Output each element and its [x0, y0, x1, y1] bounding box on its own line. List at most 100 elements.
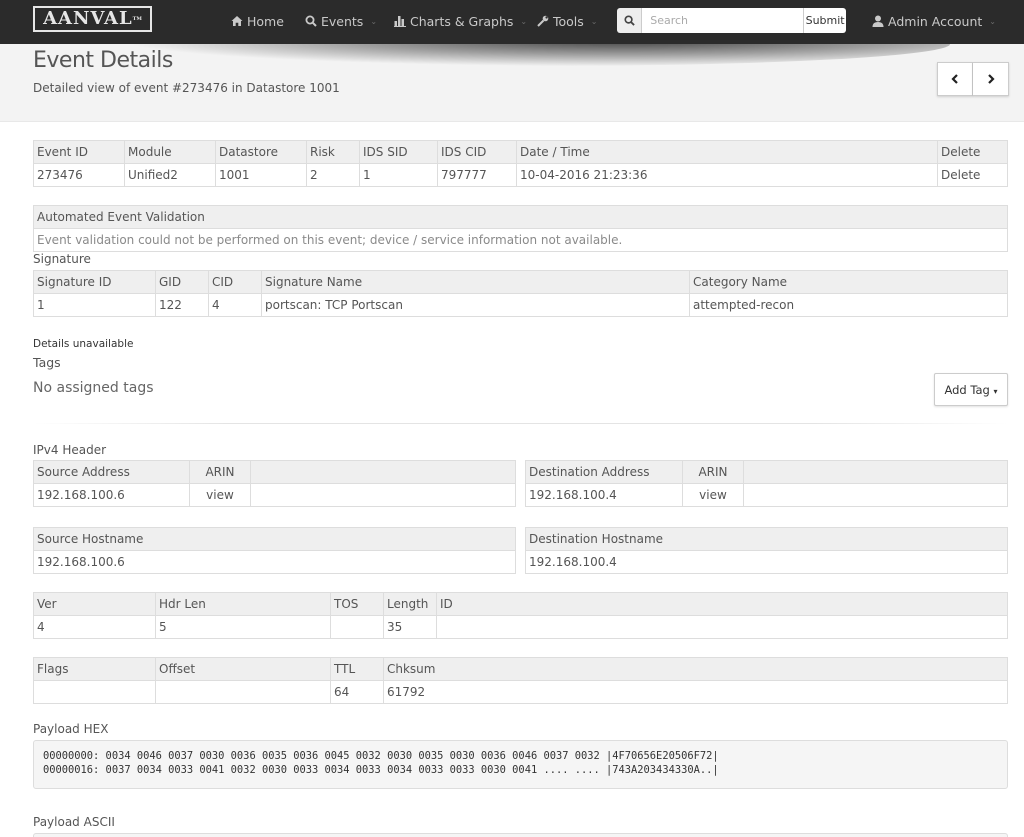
ids-cid-value: 797777	[437, 163, 517, 187]
nav-tools[interactable]: Tools ⌄	[537, 12, 598, 30]
col-flags: Flags	[33, 657, 156, 681]
bar-chart-icon	[394, 16, 406, 27]
payload-hex-line: 00000000: 0034 0046 0037 0030 0036 0035 …	[43, 750, 719, 762]
length-value: 35	[383, 615, 437, 639]
col-chksum: Chksum	[383, 657, 1008, 681]
payload-hex-line: 00000016: 0037 0034 0033 0041 0032 0030 …	[43, 764, 719, 776]
id-value	[436, 615, 1008, 639]
col-cid: CID	[208, 270, 262, 294]
caret-down-icon: ▾	[993, 386, 998, 396]
col-source-empty	[250, 460, 516, 484]
event-summary-table: Event ID Module Datastore Risk IDS SID I…	[33, 140, 1008, 187]
col-ids-cid: IDS CID	[437, 140, 517, 164]
ver-value: 4	[33, 615, 156, 639]
source-arin-view-link[interactable]: view	[189, 483, 251, 507]
module-value: Unified2	[124, 163, 216, 187]
nav-events-label: Events	[321, 13, 364, 29]
section-divider	[33, 423, 1008, 424]
payload-hex-block: 00000000: 0034 0046 0037 0030 0036 0035 …	[33, 740, 1008, 789]
table-row: 4 5 35	[33, 615, 1008, 639]
col-destination-address: Destination Address	[525, 460, 683, 484]
nav-events[interactable]: Events ⌄	[305, 12, 377, 30]
previous-event-button[interactable]	[937, 62, 973, 96]
tos-value	[330, 615, 384, 639]
payload-ascii-block	[33, 833, 1008, 837]
col-module: Module	[124, 140, 216, 164]
event-pager	[937, 62, 1009, 96]
search-icon	[305, 15, 317, 27]
source-hostname-value: 192.168.100.6	[33, 550, 516, 574]
col-date-time: Date / Time	[516, 140, 938, 164]
col-gid: GID	[155, 270, 209, 294]
payload-hex-title: Payload HEX	[33, 722, 109, 736]
table-header-row: Event ID Module Datastore Risk IDS SID I…	[33, 140, 1008, 164]
delete-event-link[interactable]: Delete	[937, 163, 1008, 187]
nav-home[interactable]: Home	[231, 12, 284, 30]
col-event-id: Event ID	[33, 140, 125, 164]
chevron-down-icon: ⌄	[370, 16, 378, 26]
logo-trademark: TM	[132, 16, 142, 22]
validation-message: Event validation could not be performed …	[33, 228, 1008, 252]
signature-id-value: 1	[33, 293, 156, 317]
add-tag-button[interactable]: Add Tag ▾	[934, 373, 1008, 406]
source-address-table: Source Address ARIN 192.168.100.6 view	[33, 460, 516, 507]
table-row: 192.168.100.6 view	[33, 483, 516, 507]
table-header-row: Signature ID GID CID Signature Name Cate…	[33, 270, 1008, 294]
col-tos: TOS	[330, 592, 384, 616]
search-submit-button[interactable]: Submit	[803, 8, 846, 33]
col-source-hostname: Source Hostname	[33, 527, 516, 551]
datastore-value: 1001	[215, 163, 307, 187]
chevron-down-icon: ⌄	[590, 16, 598, 26]
col-ids-sid: IDS SID	[359, 140, 438, 164]
event-validation-table: Automated Event Validation Event validat…	[33, 205, 1008, 252]
ids-sid-value: 1	[359, 163, 438, 187]
chksum-value: 61792	[383, 680, 1008, 704]
col-delete: Delete	[937, 140, 1008, 164]
home-icon	[231, 16, 243, 26]
search-addon	[617, 8, 643, 33]
col-ttl: TTL	[330, 657, 384, 681]
destination-address-table: Destination Address ARIN 192.168.100.4 v…	[525, 460, 1008, 507]
destination-empty-cell	[743, 483, 1008, 507]
col-signature-id: Signature ID	[33, 270, 156, 294]
col-source-address: Source Address	[33, 460, 190, 484]
table-row: 64 61792	[33, 680, 1008, 704]
flags-value	[33, 680, 156, 704]
signature-section-title: Signature	[33, 252, 91, 266]
nav-charts-graphs[interactable]: Charts & Graphs ⌄	[394, 12, 527, 30]
top-navbar: AANVALTM Home Events ⌄ Charts & Graphs ⌄…	[0, 0, 1024, 44]
col-ver: Ver	[33, 592, 156, 616]
page-header: Event Details Detailed view of event #27…	[0, 44, 1024, 122]
ipv4-header-title: IPv4 Header	[33, 443, 107, 457]
col-datastore: Datastore	[215, 140, 307, 164]
source-empty-cell	[250, 483, 516, 507]
next-event-button[interactable]	[973, 62, 1009, 96]
destination-address-value: 192.168.100.4	[525, 483, 683, 507]
aanval-logo[interactable]: AANVALTM	[33, 6, 152, 32]
col-destination-hostname: Destination Hostname	[525, 527, 1008, 551]
cid-value: 4	[208, 293, 262, 317]
no-assigned-tags-text: No assigned tags	[33, 380, 154, 396]
nav-admin-account[interactable]: Admin Account ⌄	[872, 12, 996, 30]
signature-name-value: portscan: TCP Portscan	[261, 293, 690, 317]
add-tag-label: Add Tag	[944, 382, 990, 397]
col-length: Length	[383, 592, 437, 616]
ipv4-fields-table-1: Ver Hdr Len TOS Length ID 4 5 35	[33, 592, 1008, 639]
page-subtitle: Detailed view of event #273476 in Datast…	[33, 81, 340, 95]
gid-value: 122	[155, 293, 209, 317]
event-id-value: 273476	[33, 163, 125, 187]
nav-home-label: Home	[247, 13, 284, 29]
date-time-value: 10-04-2016 21:23:36	[516, 163, 938, 187]
category-name-value: attempted-recon	[689, 293, 1008, 317]
details-unavailable-text: Details unavailable	[33, 338, 134, 350]
col-hdr-len: Hdr Len	[155, 592, 331, 616]
destination-arin-view-link[interactable]: view	[682, 483, 744, 507]
source-address-value: 192.168.100.6	[33, 483, 190, 507]
ttl-value: 64	[330, 680, 384, 704]
search-form: Submit	[617, 8, 846, 33]
search-icon	[624, 15, 635, 26]
search-input[interactable]	[642, 8, 804, 33]
wrench-icon	[537, 15, 549, 27]
table-row: 192.168.100.4 view	[525, 483, 1008, 507]
admin-account-label: Admin Account	[888, 13, 983, 29]
